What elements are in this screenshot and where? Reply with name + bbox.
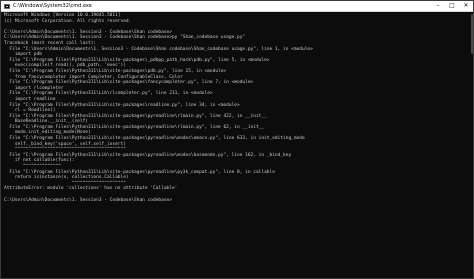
scrollbar-thumb[interactable]: [471, 14, 473, 54]
title-bar[interactable]: C:\Windows\System32\cmd.exe – □ ✕: [1, 1, 473, 12]
cmd-window: C:\Windows\System32\cmd.exe – □ ✕ Micros…: [0, 0, 474, 279]
cmd-icon: [4, 3, 10, 9]
console-line: C:\Users\Admin\Documents\1. Session3 - C…: [4, 197, 172, 203]
console-output[interactable]: Microsoft Windows [Version 10.0.19045.50…: [1, 12, 473, 278]
window-controls: – □ ✕: [431, 1, 473, 11]
scrollbar[interactable]: [470, 12, 473, 278]
minimize-button[interactable]: –: [431, 1, 445, 11]
window-title: C:\Windows\System32\cmd.exe: [13, 3, 92, 9]
close-button[interactable]: ✕: [459, 1, 473, 11]
maximize-button[interactable]: □: [445, 1, 459, 11]
